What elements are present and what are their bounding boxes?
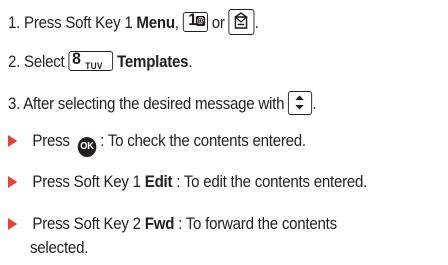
red-triangle-bullet-icon [8, 218, 18, 230]
step-3-text: After selecting the desired message with [23, 95, 285, 113]
bullet-3-fwd-label: Fwd [144, 215, 175, 233]
bullet-edit: Press Soft Key 1 Edit : To edit the cont… [8, 172, 367, 192]
manual-page: 1. Press Soft Key 1 Menu, 1 @ or . 2. Se… [0, 0, 448, 265]
key-8-tuv-icon: 8 TUV [68, 49, 114, 71]
bullet-fwd-continuation: selected. [30, 238, 88, 258]
step-1-or: or [211, 14, 225, 32]
message-key-icon [228, 9, 255, 35]
key-1-symbol: @ [195, 16, 206, 26]
bullet-ok: Press OK : To check the contents entered… [8, 131, 306, 157]
bullet-3-text: Press Soft Key 2 [32, 215, 141, 233]
step-2-templates-label: Templates [117, 53, 189, 71]
step-1-period: . [254, 14, 259, 32]
step-2-period: . [188, 53, 193, 71]
step-2-number: 2. [8, 53, 21, 71]
step-3: 3. After selecting the desired message w… [8, 91, 317, 115]
red-triangle-bullet-icon [8, 176, 18, 188]
bullet-3-description: : To forward the contents [178, 215, 337, 233]
step-3-number: 3. [8, 95, 21, 113]
key-8-letters: TUV [85, 61, 103, 71]
step-1-text: Press Soft Key 1 [24, 14, 133, 32]
step-2-text: Select [24, 53, 65, 71]
bullet-2-text: Press Soft Key 1 [32, 173, 141, 191]
bullet-fwd: Press Soft Key 2 Fwd : To forward the co… [8, 214, 337, 234]
key-8-number: 8 [72, 49, 81, 68]
up-down-nav-key-icon [288, 91, 313, 115]
step-2: 2. Select 8 TUV Templates. [8, 49, 193, 72]
bullet-1-text: Press [32, 132, 70, 150]
step-1-menu-label: Menu [136, 14, 175, 32]
step-1-number: 1. [8, 14, 21, 32]
bullet-1-description: : To check the contents entered. [100, 132, 306, 150]
ok-button-icon: OK [77, 137, 97, 157]
red-triangle-bullet-icon [8, 135, 18, 147]
bullet-2-description: : To edit the contents entered. [176, 173, 368, 191]
step-1-comma: , [174, 14, 179, 32]
key-1-at-icon: 1 @ [182, 10, 208, 32]
bullet-2-edit-label: Edit [144, 173, 173, 191]
step-3-period: . [312, 95, 317, 113]
bullet-3-continuation: selected. [30, 239, 89, 257]
step-1: 1. Press Soft Key 1 Menu, 1 @ or . [8, 9, 259, 35]
